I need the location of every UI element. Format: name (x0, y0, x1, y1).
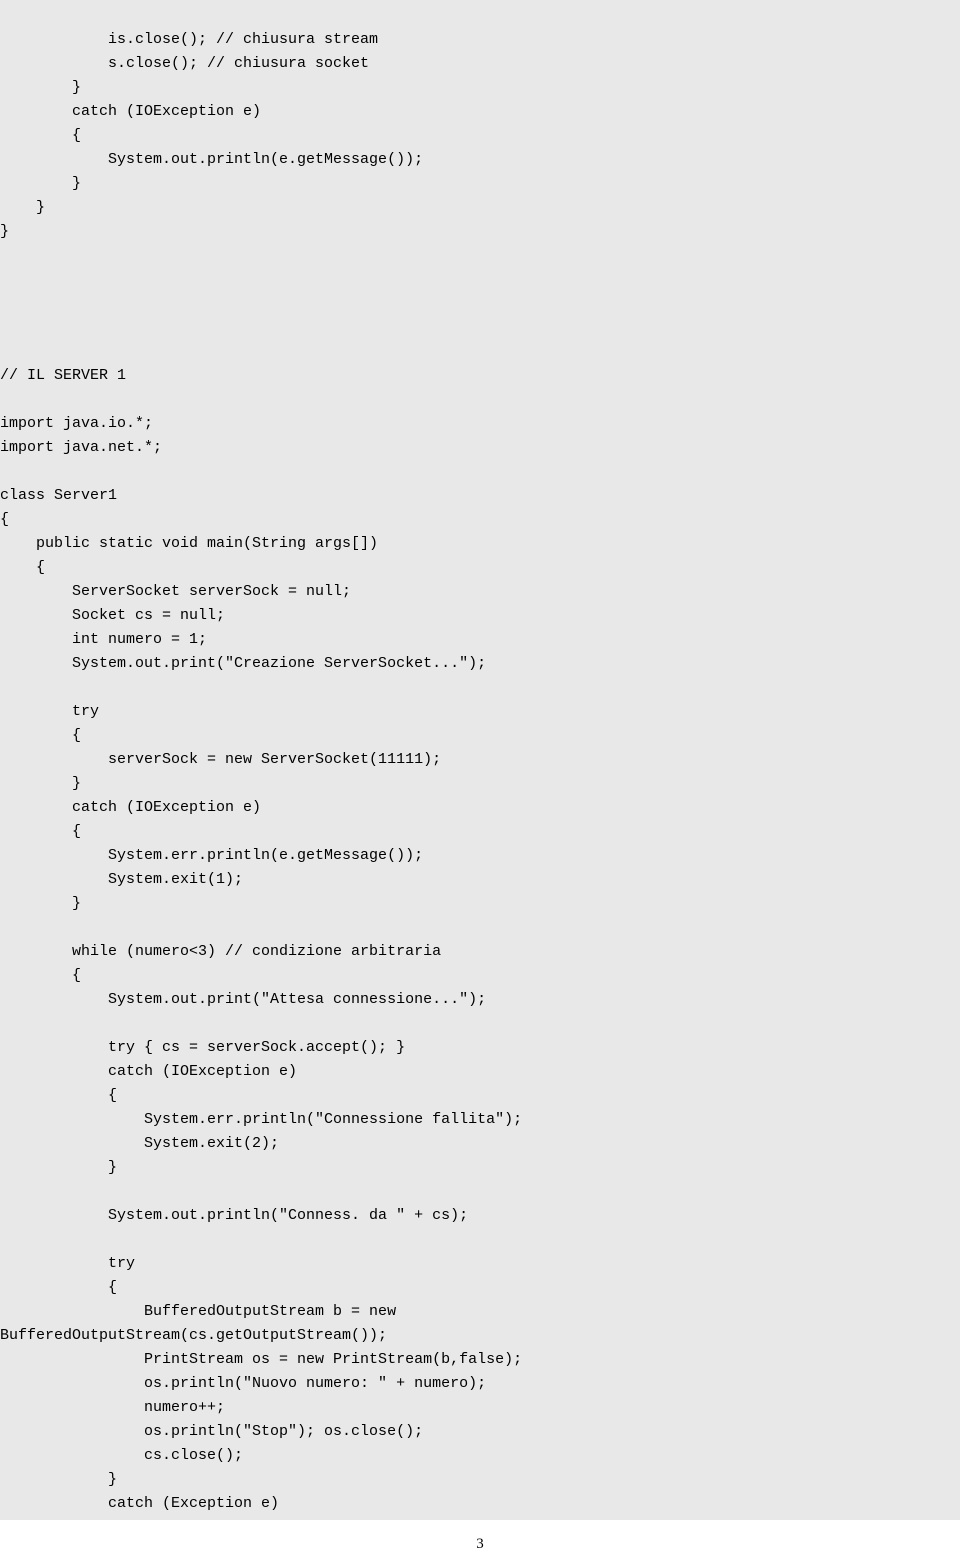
code-line: System.err.println(e.getMessage()); (0, 847, 423, 864)
code-line: { (0, 823, 81, 840)
code-line: System.out.println("Conness. da " + cs); (0, 1207, 468, 1224)
code-line: } (0, 223, 9, 240)
code-line: class Server1 (0, 487, 117, 504)
code-line: catch (Exception e) (0, 1495, 279, 1512)
code-line: } (0, 1159, 117, 1176)
code-line: System.out.println(e.getMessage()); (0, 151, 423, 168)
code-line: import java.io.*; (0, 415, 153, 432)
code-line: System.out.print("Creazione ServerSocket… (0, 655, 486, 672)
code-line: numero++; (0, 1399, 225, 1416)
code-line: } (0, 1471, 117, 1488)
code-line: { (0, 559, 45, 576)
code-line: Socket cs = null; (0, 607, 225, 624)
code-line: { (0, 511, 9, 528)
code-line: } (0, 895, 81, 912)
code-line: { (0, 967, 81, 984)
code-line: is.close(); // chiusura stream (0, 31, 378, 48)
code-line: PrintStream os = new PrintStream(b,false… (0, 1351, 522, 1368)
code-line: System.err.println("Connessione fallita"… (0, 1111, 522, 1128)
code-line: BufferedOutputStream b = new (0, 1303, 396, 1320)
code-line: catch (IOException e) (0, 103, 261, 120)
code-line: { (0, 727, 81, 744)
code-line: cs.close(); (0, 1447, 243, 1464)
code-line: catch (IOException e) (0, 799, 261, 816)
code-line: serverSock = new ServerSocket(11111); (0, 751, 441, 768)
code-line: { (0, 1087, 117, 1104)
code-line: { (0, 1279, 117, 1296)
code-line: public static void main(String args[]) (0, 535, 378, 552)
code-line: os.println("Stop"); os.close(); (0, 1423, 423, 1440)
code-line: } (0, 175, 81, 192)
code-line: try (0, 703, 99, 720)
code-line: { (0, 127, 81, 144)
code-line: BufferedOutputStream(cs.getOutputStream(… (0, 1327, 387, 1344)
code-line: ServerSocket serverSock = null; (0, 583, 351, 600)
code-line: // IL SERVER 1 (0, 367, 126, 384)
code-line: } (0, 79, 81, 96)
code-line: catch (IOException e) (0, 1063, 297, 1080)
code-line: System.exit(1); (0, 871, 243, 888)
code-line: int numero = 1; (0, 631, 207, 648)
code-line: System.exit(2); (0, 1135, 279, 1152)
page-number: 3 (0, 1520, 960, 1568)
code-line: while (numero<3) // condizione arbitrari… (0, 943, 441, 960)
code-line: s.close(); // chiusura socket (0, 55, 369, 72)
code-block: is.close(); // chiusura stream s.close()… (0, 0, 960, 1520)
code-line: os.println("Nuovo numero: " + numero); (0, 1375, 486, 1392)
code-line: System.out.print("Attesa connessione..."… (0, 991, 486, 1008)
code-line: import java.net.*; (0, 439, 162, 456)
code-line: } (0, 775, 81, 792)
code-line: try (0, 1255, 135, 1272)
code-line: try { cs = serverSock.accept(); } (0, 1039, 405, 1056)
code-line: } (0, 199, 45, 216)
